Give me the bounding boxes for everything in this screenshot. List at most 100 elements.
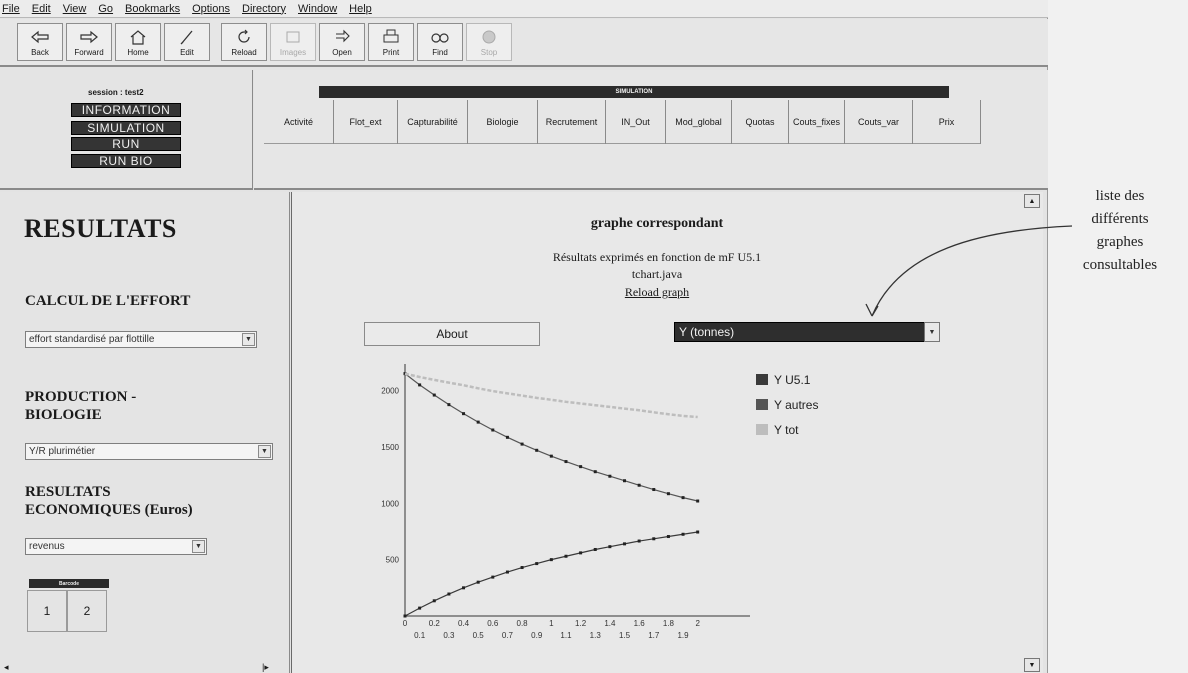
data-point bbox=[549, 454, 553, 458]
data-point bbox=[462, 412, 466, 416]
production-select-value: Y/R plurimétier bbox=[29, 446, 96, 457]
x-tick-label: 0.9 bbox=[531, 631, 543, 640]
forward-button[interactable]: Forward bbox=[66, 23, 112, 61]
menu-options[interactable]: Options bbox=[192, 3, 230, 15]
x-tick-label: 0.6 bbox=[487, 619, 499, 628]
data-point bbox=[505, 570, 509, 574]
tab-activite[interactable]: Activité bbox=[264, 100, 334, 144]
data-point bbox=[637, 483, 641, 487]
menu-file[interactable]: File bbox=[2, 3, 20, 15]
data-point bbox=[491, 575, 495, 579]
page-2-button[interactable]: 2 bbox=[67, 590, 107, 632]
x-tick-label: 0.3 bbox=[443, 631, 455, 640]
horizontal-scrollbar[interactable]: ◂ |▸ bbox=[0, 662, 290, 673]
data-point bbox=[681, 532, 685, 536]
chevron-down-icon: ▼ bbox=[242, 333, 255, 346]
data-point bbox=[418, 383, 422, 387]
open-icon bbox=[333, 28, 351, 46]
home-label: Home bbox=[127, 48, 149, 57]
reload-button[interactable]: Reload bbox=[221, 23, 267, 61]
tab-flot-ext[interactable]: Flot_ext bbox=[334, 100, 398, 144]
images-label: Images bbox=[279, 48, 307, 57]
run-bio-button[interactable]: RUN BIO bbox=[71, 154, 181, 168]
edit-button[interactable]: Edit bbox=[164, 23, 210, 61]
tab-prix[interactable]: Prix bbox=[913, 100, 981, 144]
production-select[interactable]: Y/R plurimétier ▼ bbox=[25, 443, 273, 460]
x-tick-label: 0.7 bbox=[502, 631, 514, 640]
data-point bbox=[447, 592, 451, 596]
home-button[interactable]: Home bbox=[115, 23, 161, 61]
y-tick-label: 2000 bbox=[381, 387, 399, 396]
scroll-down-icon[interactable]: ▼ bbox=[1024, 658, 1040, 672]
simulation-tabs: Activité Flot_ext Capturabilité Biologie… bbox=[264, 100, 981, 144]
menu-directory[interactable]: Directory bbox=[242, 3, 286, 15]
tab-recrutement[interactable]: Recrutement bbox=[538, 100, 606, 144]
data-point bbox=[520, 442, 524, 446]
reload-icon bbox=[235, 28, 253, 46]
eco-heading-line1: RESULTATS bbox=[25, 484, 111, 500]
data-point bbox=[666, 535, 670, 539]
menu-window[interactable]: Window bbox=[298, 3, 337, 15]
reload-graph-link[interactable]: Reload graph bbox=[625, 285, 689, 299]
chevron-down-icon: ▼ bbox=[258, 445, 271, 458]
tab-capturabilite[interactable]: Capturabilité bbox=[398, 100, 468, 144]
open-button[interactable]: Open bbox=[319, 23, 365, 61]
x-tick-label: 1.2 bbox=[575, 619, 587, 628]
print-button[interactable]: Print bbox=[368, 23, 414, 61]
print-label: Print bbox=[382, 48, 400, 57]
y-tick-label: 500 bbox=[386, 556, 400, 565]
information-button[interactable]: INFORMATION bbox=[71, 103, 181, 117]
tab-quotas[interactable]: Quotas bbox=[732, 100, 789, 144]
data-point bbox=[447, 403, 451, 407]
eco-select[interactable]: revenus ▼ bbox=[25, 538, 207, 555]
data-point bbox=[652, 537, 656, 541]
menu-help[interactable]: Help bbox=[349, 3, 372, 15]
about-button[interactable]: About bbox=[364, 322, 540, 346]
data-point bbox=[666, 492, 670, 496]
barcode-header: Barcode bbox=[29, 579, 109, 588]
annotation-line: liste des bbox=[1095, 188, 1145, 204]
back-button[interactable]: Back bbox=[17, 23, 63, 61]
menu-view[interactable]: View bbox=[63, 3, 87, 15]
x-tick-label: 1.7 bbox=[648, 631, 660, 640]
menu-bookmarks[interactable]: Bookmarks bbox=[125, 3, 180, 15]
stop-button[interactable]: Stop bbox=[466, 23, 512, 61]
data-point bbox=[608, 474, 612, 478]
legend-swatch bbox=[756, 399, 768, 410]
x-tick-label: 1 bbox=[549, 619, 554, 628]
find-button[interactable]: Find bbox=[417, 23, 463, 61]
menu-bar: File Edit View Go Bookmarks Options Dire… bbox=[0, 0, 1048, 18]
tab-couts-fixes[interactable]: Couts_fixes bbox=[789, 100, 845, 144]
page-1-button[interactable]: 1 bbox=[27, 590, 67, 632]
chevron-down-icon: ▼ bbox=[192, 540, 205, 553]
y-tick-label: 1500 bbox=[381, 443, 399, 452]
x-tick-label: 2 bbox=[695, 619, 700, 628]
scroll-left-icon[interactable]: ◂ bbox=[4, 662, 9, 673]
find-icon bbox=[430, 28, 450, 46]
data-point bbox=[681, 496, 685, 500]
x-tick-label: 0.1 bbox=[414, 631, 426, 640]
tab-mod-global[interactable]: Mod_global bbox=[666, 100, 732, 144]
scroll-up-icon[interactable]: ▲ bbox=[1024, 194, 1040, 208]
x-tick-label: 0.5 bbox=[473, 631, 485, 640]
forward-icon bbox=[79, 28, 99, 46]
y-tick-label: 1000 bbox=[381, 499, 399, 508]
menu-go[interactable]: Go bbox=[98, 3, 113, 15]
edit-icon bbox=[178, 28, 196, 46]
images-button[interactable]: Images bbox=[270, 23, 316, 61]
data-point bbox=[432, 393, 436, 397]
session-panel: session : test2 INFORMATION SIMULATION R… bbox=[0, 70, 253, 190]
tab-in-out[interactable]: IN_Out bbox=[606, 100, 666, 144]
menu-edit[interactable]: Edit bbox=[32, 3, 51, 15]
effort-select[interactable]: effort standardisé par flottille ▼ bbox=[25, 331, 257, 348]
tab-couts-var[interactable]: Couts_var bbox=[845, 100, 913, 144]
tab-biologie[interactable]: Biologie bbox=[468, 100, 538, 144]
data-point bbox=[535, 562, 539, 566]
scroll-right-icon[interactable]: |▸ bbox=[262, 662, 269, 673]
simulation-button[interactable]: SIMULATION bbox=[71, 121, 181, 135]
data-point bbox=[579, 551, 583, 555]
run-button[interactable]: RUN bbox=[71, 137, 181, 151]
annotation-arrow bbox=[865, 225, 1073, 317]
legend-label: Y U5.1 bbox=[774, 373, 811, 387]
data-point bbox=[418, 606, 422, 610]
